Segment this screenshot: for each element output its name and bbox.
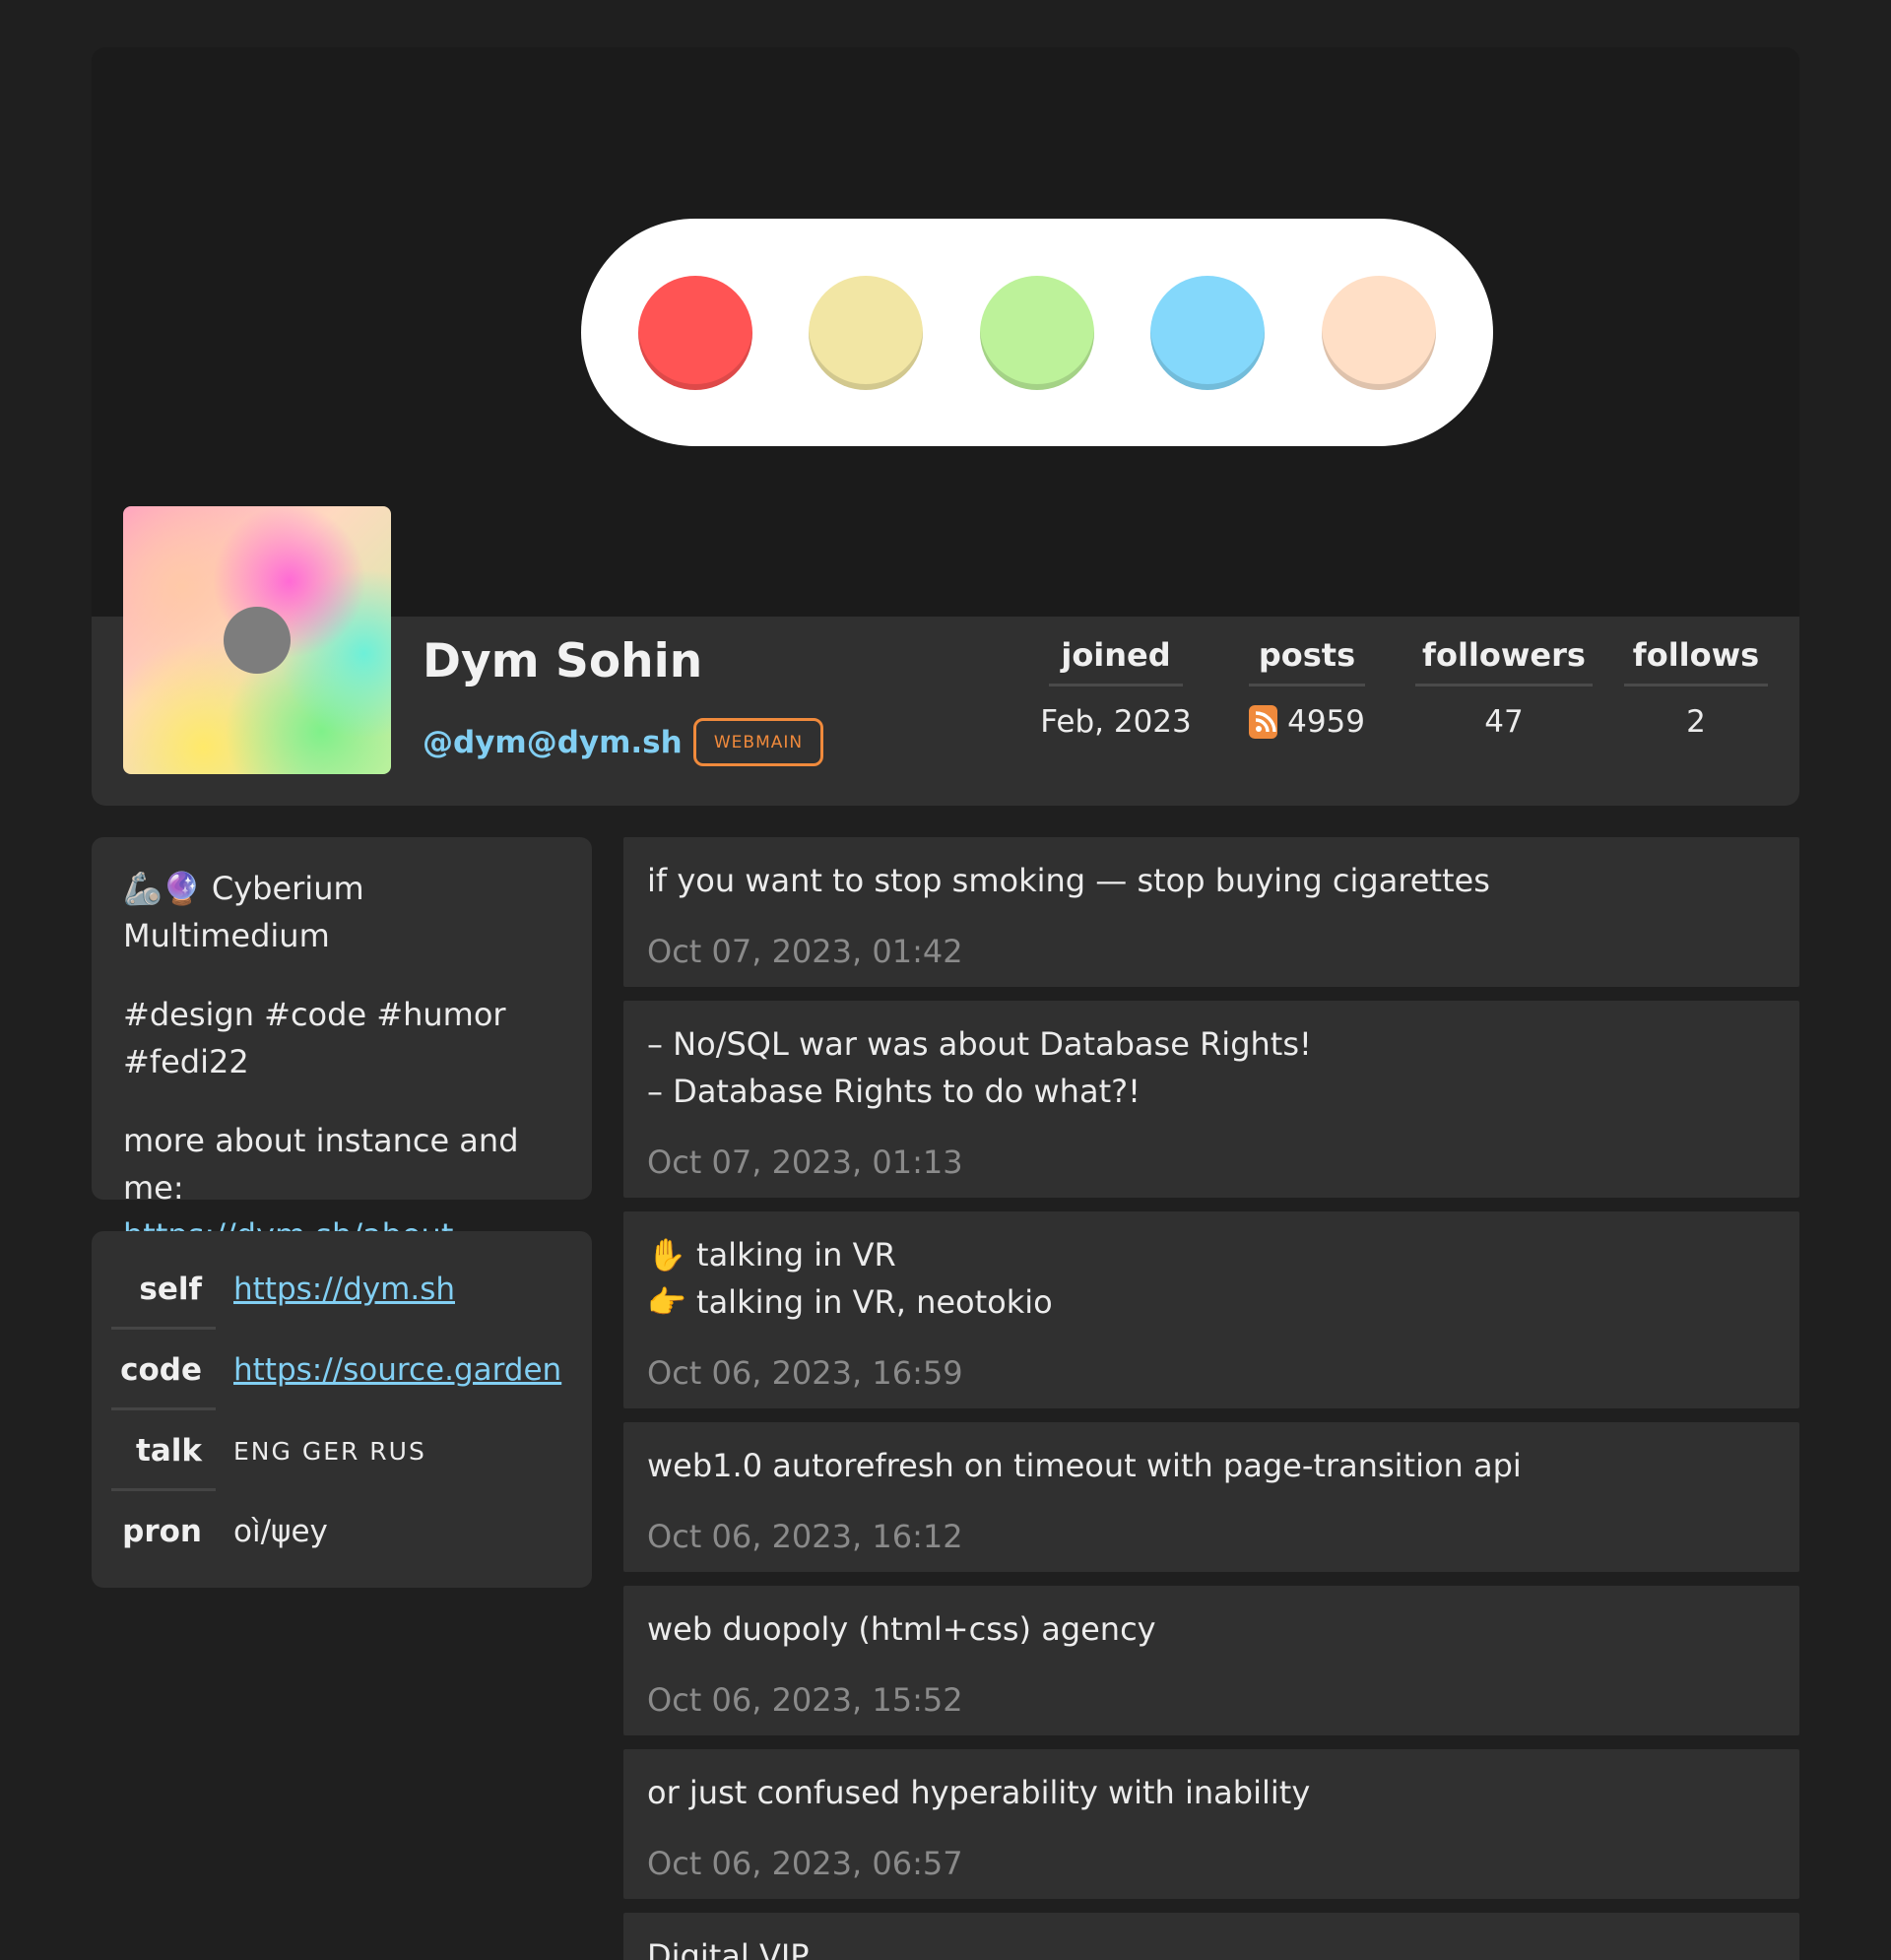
bio-tagline-line: 🦾🔮 Cyberium Multimedium: [123, 865, 560, 959]
bio-tags: #design #code #humor #fedi22: [123, 996, 506, 1080]
rss-feed-icon[interactable]: [1249, 705, 1278, 739]
post-feed: if you want to stop smoking — stop buyin…: [623, 837, 1799, 1960]
stat-joined: joined Feb, 2023: [1040, 636, 1192, 740]
profile-header: Dym Sohin @dym@dym.sh WEBMAIN joined Feb…: [92, 47, 1799, 806]
stat-posts[interactable]: posts 4959: [1249, 636, 1365, 740]
post-timestamp[interactable]: Oct 06, 2023, 16:59: [647, 1349, 1776, 1397]
post-timestamp[interactable]: Oct 07, 2023, 01:13: [647, 1139, 1776, 1186]
stat-label: joined: [1049, 636, 1183, 686]
profile-page: Dym Sohin @dym@dym.sh WEBMAIN joined Feb…: [0, 0, 1891, 1960]
banner-dot-peach: [1322, 276, 1436, 390]
field-row-talk: talk ENG GER RUS: [111, 1410, 572, 1491]
post-item[interactable]: web duopoly (html+css) agency Oct 06, 20…: [623, 1586, 1799, 1735]
bio-card: 🦾🔮 Cyberium Multimedium #design #code #h…: [92, 837, 592, 1254]
profile-fields: self https://dym.sh code https://source.…: [92, 1231, 592, 1588]
post-timestamp[interactable]: Oct 06, 2023, 15:52: [647, 1676, 1776, 1724]
field-key: pron: [122, 1514, 202, 1549]
mechanical-arm-icon: 🦾: [123, 870, 163, 907]
bio-more-text: more about instance and me:: [123, 1122, 519, 1207]
profile-handle[interactable]: @dym@dym.sh: [423, 725, 683, 760]
post-text: ✋ talking in VR 👉 talking in VR, neotoki…: [647, 1236, 1053, 1321]
post-timestamp[interactable]: Oct 06, 2023, 06:57: [647, 1840, 1776, 1887]
field-key: code: [111, 1330, 216, 1410]
post-item[interactable]: or just confused hyperability with inabi…: [623, 1749, 1799, 1899]
post-text: – No/SQL war was about Database Rights! …: [647, 1025, 1312, 1110]
field-key: talk: [111, 1410, 216, 1491]
post-timestamp[interactable]: Oct 06, 2023, 16:12: [647, 1513, 1776, 1560]
posts-count: 4959: [1287, 704, 1365, 740]
field-row-pron: pron oì/ψey: [111, 1491, 572, 1572]
post-text: or just confused hyperability with inabi…: [647, 1774, 1311, 1811]
stat-value: Feb, 2023: [1040, 704, 1192, 740]
avatar[interactable]: [123, 506, 391, 774]
field-value: https://dym.sh: [216, 1272, 455, 1307]
field-row-self: self https://dym.sh: [111, 1249, 572, 1330]
post-item[interactable]: Digital VIP: [623, 1913, 1799, 1960]
display-name: Dym Sohin: [423, 634, 703, 688]
stat-label: posts: [1249, 636, 1365, 686]
stat-label: follows: [1624, 636, 1768, 686]
field-row-code: code https://source.garden: [111, 1330, 572, 1410]
post-item[interactable]: web1.0 autorefresh on timeout with page-…: [623, 1422, 1799, 1572]
post-item[interactable]: – No/SQL war was about Database Rights! …: [623, 1001, 1799, 1198]
stat-value: 47: [1484, 704, 1524, 740]
avatar-center-dot: [224, 607, 291, 674]
field-value: ENG GER RUS: [233, 1436, 426, 1466]
stat-value: 2: [1686, 704, 1706, 740]
field-value: oì/ψey: [233, 1514, 328, 1549]
post-timestamp[interactable]: Oct 07, 2023, 01:42: [647, 928, 1776, 975]
role-badge: WEBMAIN: [693, 718, 823, 766]
crystal-ball-icon: 🔮: [162, 870, 202, 907]
post-text: Digital VIP: [647, 1937, 810, 1960]
banner-dot-blue: [1150, 276, 1265, 390]
post-item[interactable]: ✋ talking in VR 👉 talking in VR, neotoki…: [623, 1211, 1799, 1408]
banner-dot-red: [638, 276, 752, 390]
post-text: web duopoly (html+css) agency: [647, 1610, 1156, 1648]
field-value: https://source.garden: [216, 1352, 561, 1388]
code-link[interactable]: https://source.garden: [233, 1352, 561, 1388]
stat-followers[interactable]: followers 47: [1415, 636, 1593, 740]
self-link[interactable]: https://dym.sh: [233, 1272, 455, 1307]
post-text: web1.0 autorefresh on timeout with page-…: [647, 1447, 1522, 1484]
stat-value: 4959: [1249, 704, 1365, 740]
stat-follows[interactable]: follows 2: [1624, 636, 1768, 740]
post-text: if you want to stop smoking — stop buyin…: [647, 862, 1490, 899]
field-key: self: [111, 1249, 216, 1330]
banner-dot-yellow: [809, 276, 923, 390]
banner-image: [581, 219, 1493, 446]
post-item[interactable]: if you want to stop smoking — stop buyin…: [623, 837, 1799, 987]
stat-label: followers: [1415, 636, 1593, 686]
banner-dot-green: [980, 276, 1094, 390]
